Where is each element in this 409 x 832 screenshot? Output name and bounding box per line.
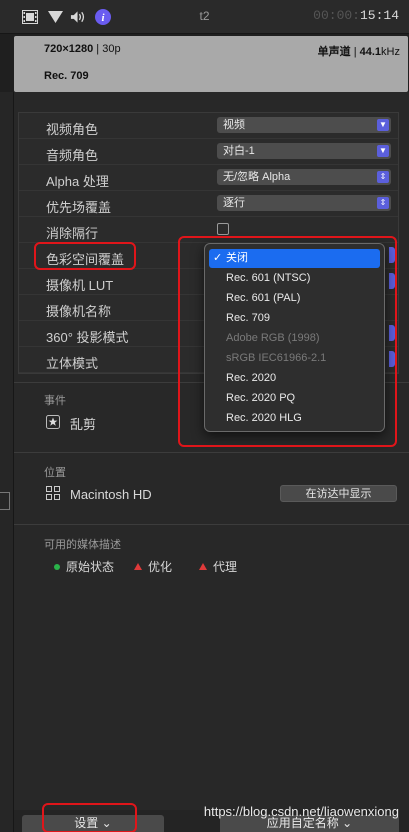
grid-icon [46, 486, 60, 503]
property-label: 摄像机 LUT [46, 278, 114, 293]
property-row: 视频角色 视频 ▼ [19, 113, 398, 139]
chevron-down-icon: ▼ [377, 119, 389, 131]
property-select[interactable]: 无/忽略 Alpha ⇕ [217, 169, 391, 185]
select-value: 逐行 [223, 197, 245, 209]
media-label: 优化 [148, 560, 173, 574]
location-section-title: 位置 [44, 467, 66, 479]
property-label: 视频角色 [46, 122, 99, 137]
chevron-down-icon: ⇕ [377, 171, 389, 183]
divider [14, 452, 409, 453]
event-row: 乱剪 [46, 414, 96, 433]
title-bar: i t2 00:00:15:14 [0, 0, 409, 34]
color-space-label: Rec. 709 [44, 70, 89, 82]
deinterlace-checkbox[interactable] [217, 223, 229, 235]
reveal-in-finder-button[interactable]: 在访达中显示 [280, 485, 397, 502]
property-row: 音频角色 对白-1 ▼ [19, 139, 398, 165]
property-select[interactable]: 逐行 ⇕ [217, 195, 391, 211]
property-label: 摄像机名称 [46, 304, 112, 319]
media-section-title: 可用的媒体描述 [44, 539, 121, 551]
property-label: Alpha 处理 [46, 174, 109, 189]
resolution-label: 720×1280 | 30p [44, 43, 121, 55]
star-icon [46, 415, 60, 432]
divider [14, 524, 409, 525]
watermark: https://blog.csdn.net/liaowenxiong [203, 804, 399, 819]
status-dot-icon [54, 563, 60, 570]
warning-triangle-icon [134, 563, 142, 570]
media-optimized: 优化 [134, 558, 172, 575]
select-value: 对白-1 [223, 145, 255, 157]
location-row: Macintosh HD [46, 486, 152, 503]
annotation-box [42, 803, 137, 832]
media-original: 原始状态 [54, 558, 114, 575]
rail-marker [0, 492, 10, 510]
annotation-box [34, 242, 136, 270]
media-label: 代理 [213, 560, 238, 574]
property-label: 消除隔行 [46, 226, 99, 241]
property-label: 优先场覆盖 [46, 200, 112, 215]
property-label: 音频角色 [46, 148, 99, 163]
select-value: 无/忽略 Alpha [223, 171, 291, 183]
property-label: 360° 投影模式 [46, 330, 129, 345]
property-select[interactable]: 视频 ▼ [217, 117, 391, 133]
annotation-box [178, 236, 397, 447]
chevron-down-icon: ▼ [377, 145, 389, 157]
media-label: 原始状态 [66, 560, 115, 574]
event-name: 乱剪 [70, 417, 97, 432]
media-proxy: 代理 [199, 558, 237, 575]
clip-info-header: 720×1280 | 30p 单声道 | 44.1kHz Rec. 709 [14, 36, 408, 92]
property-row: Alpha 处理 无/忽略 Alpha ⇕ [19, 165, 398, 191]
warning-triangle-icon [199, 563, 207, 570]
select-value: 视频 [223, 119, 245, 131]
audio-format-label: 单声道 | 44.1kHz [317, 46, 400, 58]
volume-name: Macintosh HD [70, 487, 152, 502]
event-section-title: 事件 [44, 395, 66, 407]
property-select[interactable]: 对白-1 ▼ [217, 143, 391, 159]
property-row: 优先场覆盖 逐行 ⇕ [19, 191, 398, 217]
chevron-down-icon: ⇕ [377, 197, 389, 209]
left-rail [0, 92, 14, 832]
timecode: 00:00:15:14 [313, 8, 399, 23]
property-label: 立体模式 [46, 356, 99, 371]
